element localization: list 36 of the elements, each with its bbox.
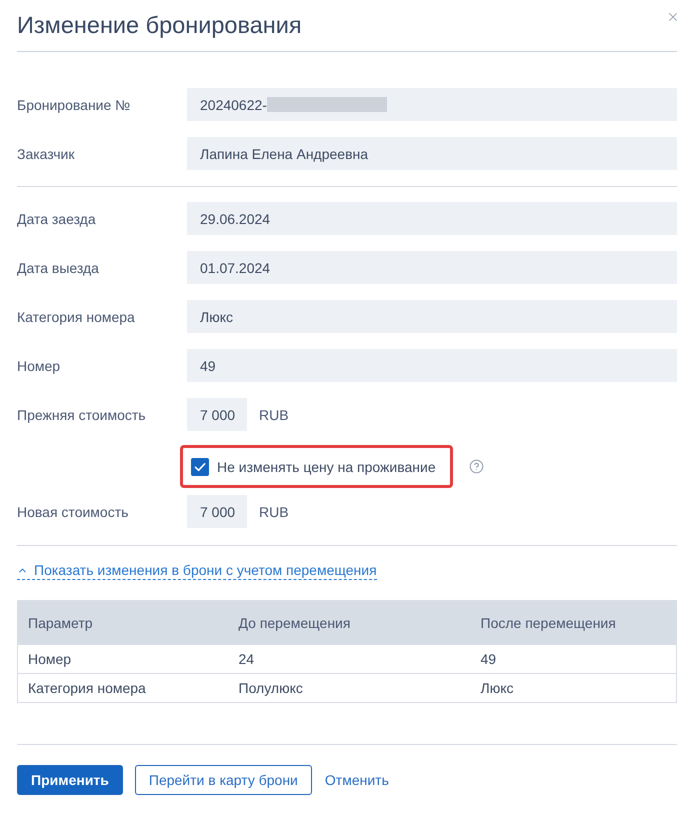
table-cell: Номер — [18, 644, 228, 674]
primary-button[interactable]: Применить — [17, 765, 123, 795]
secondary-button[interactable]: Перейти в карту брони — [134, 765, 312, 795]
field-value: 7 000 — [200, 504, 236, 520]
table-cell: Люкс — [470, 674, 676, 702]
currency-label: RUB — [259, 406, 289, 422]
table-cell: Категория номера — [18, 674, 228, 702]
checkbox-label: Не изменять цену на проживание — [217, 458, 436, 474]
field-value: Лапина Елена Андреевна — [200, 146, 368, 162]
field-value: 29.06.2024 — [200, 210, 270, 226]
field-label: Номер — [17, 358, 62, 374]
field-label: Категория номера — [17, 308, 136, 324]
field-value: Люкс — [200, 308, 233, 324]
field-value: 20240622- — [200, 96, 267, 112]
dialog-title: Изменение бронирования — [17, 11, 302, 40]
field-value: 7 000 — [200, 406, 236, 422]
field-label: Бронирование № — [17, 96, 132, 112]
checkbox[interactable] — [191, 458, 209, 476]
table-cell: 49 — [470, 644, 676, 674]
field-label: Дата выезда — [17, 260, 100, 276]
column-header: Параметр — [18, 600, 228, 644]
field-value: 49 — [200, 358, 216, 374]
currency-label: RUB — [259, 504, 289, 520]
column-header: До перемещения — [228, 600, 470, 644]
field-label: Новая стоимость — [17, 504, 130, 520]
field-label: Прежняя стоимость — [17, 406, 147, 422]
help-icon[interactable] — [468, 459, 484, 474]
column-header: После перемещения — [470, 600, 676, 644]
field-label: Заказчик — [17, 146, 76, 162]
table-cell: 24 — [228, 644, 470, 674]
close-button[interactable] — [666, 10, 680, 24]
table-cell: Полулюкс — [228, 674, 470, 702]
field-value: 01.07.2024 — [200, 260, 270, 276]
field-label: Дата заезда — [17, 210, 97, 226]
toggle-link[interactable]: Показать изменения в брони с учетом перемещения — [17, 562, 377, 580]
text-link-button[interactable]: Отменить — [324, 765, 390, 795]
